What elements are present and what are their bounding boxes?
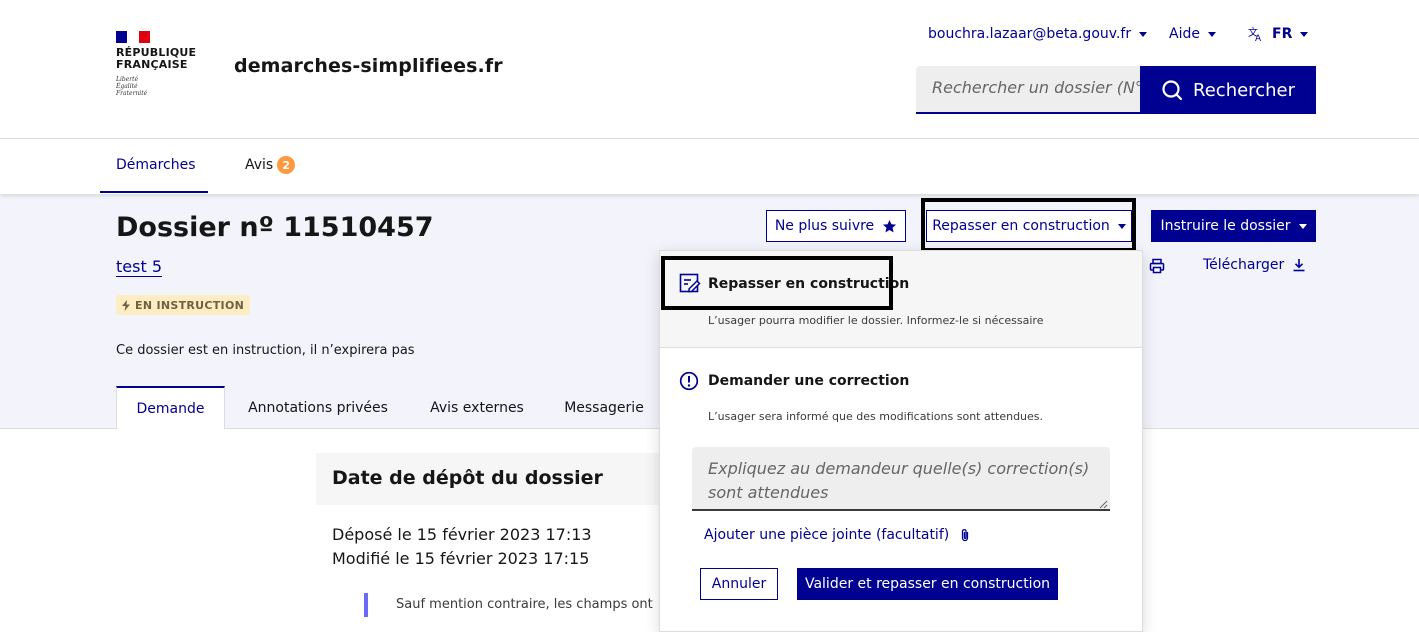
attachment-label: Ajouter une pièce jointe (facultatif) — [704, 527, 950, 543]
printer-icon — [1149, 258, 1165, 274]
callout-bar — [364, 593, 368, 617]
help-menu[interactable]: Aide — [1169, 25, 1216, 43]
callout-text: Sauf mention contraire, les champs ont — [396, 597, 653, 612]
unfollow-label: Ne plus suivre — [774, 218, 875, 234]
deposit-date: Déposé le 15 février 2023 17:13 — [332, 525, 592, 544]
instruct-button[interactable]: Instruire le dossier — [1151, 210, 1316, 242]
tab-annotations-privees[interactable]: Annotations privées — [236, 386, 400, 429]
option1-description: L’usager pourra modifier le dossier. Inf… — [708, 314, 1044, 327]
section-title: Date de dépôt du dossier — [316, 453, 716, 505]
nav-item-demarches[interactable]: Démarches — [116, 157, 196, 173]
devise-egalite: Égalité — [116, 83, 138, 90]
download-icon — [1293, 259, 1305, 272]
main-nav: Démarches Avis 2 — [0, 139, 1419, 194]
back-to-construction-dropdown: Repasser en construction L’usager pourra… — [659, 250, 1143, 632]
download-link[interactable]: Télécharger — [1203, 257, 1306, 273]
nav-active-indicator — [100, 191, 208, 193]
help-label: Aide — [1169, 26, 1200, 42]
option2-title[interactable]: Demander une correction — [708, 373, 909, 389]
nav-item-avis[interactable]: Avis 2 — [245, 156, 296, 174]
user-menu[interactable]: bouchra.lazaar@beta.gouv.fr — [928, 25, 1148, 43]
french-flag-logo — [116, 31, 150, 43]
expiration-notice: Ce dossier est en instruction, il n’expi… — [116, 343, 415, 358]
status-badge: EN INSTRUCTION — [116, 295, 251, 315]
info-icon — [679, 371, 699, 391]
devise-liberte: Liberté — [116, 76, 139, 83]
logo-line-2: FRANÇAISE — [116, 58, 188, 71]
avis-count-badge: 2 — [277, 156, 296, 174]
language-label: FR — [1272, 26, 1293, 42]
user-email: bouchra.lazaar@beta.gouv.fr — [928, 26, 1132, 42]
dates-block: Déposé le 15 février 2023 17:13 Modifié … — [332, 523, 592, 571]
paperclip-icon — [962, 529, 969, 542]
confirm-back-to-construction-button[interactable]: Valider et repasser en construction — [797, 568, 1058, 600]
page-title: Dossier nº 11510457 — [116, 212, 434, 243]
download-label: Télécharger — [1203, 257, 1285, 273]
chevron-down-icon — [1300, 31, 1309, 37]
correction-textarea[interactable]: Expliquez au demandeur quelle(s) correct… — [692, 447, 1110, 511]
search-input[interactable]: Rechercher un dossier (N° — [916, 66, 1140, 114]
highlight-box-option — [661, 256, 893, 310]
lightning-icon — [122, 299, 130, 311]
option2-description: L’usager sera informé que des modificati… — [708, 410, 1044, 423]
highlight-box-button — [921, 198, 1136, 252]
add-attachment-link[interactable]: Ajouter une pièce jointe (facultatif) — [704, 527, 971, 543]
translate-icon: 文 A — [1248, 26, 1262, 42]
cancel-button[interactable]: Annuler — [700, 568, 778, 600]
search-button[interactable]: Rechercher — [1140, 66, 1316, 114]
search-button-label: Rechercher — [1193, 79, 1295, 101]
chevron-down-icon — [1139, 31, 1148, 37]
nav-item-avis-label: Avis — [245, 157, 274, 173]
print-button[interactable] — [1149, 258, 1165, 274]
republique-francaise-logo[interactable]: RÉPUBLIQUE FRANÇAISE — [116, 47, 196, 71]
site-header: RÉPUBLIQUE FRANÇAISE Liberté Égalité Fra… — [0, 0, 1419, 139]
devise-fraternite: Fraternité — [116, 90, 148, 97]
procedure-link[interactable]: test 5 — [116, 257, 162, 276]
devise: Liberté Égalité Fraternité — [116, 76, 147, 97]
tab-demande[interactable]: Demande — [116, 386, 225, 429]
star-icon — [883, 219, 897, 232]
language-menu[interactable]: 文 A FR — [1248, 25, 1309, 43]
instruct-label: Instruire le dossier — [1160, 218, 1291, 234]
unfollow-button[interactable]: Ne plus suivre — [766, 210, 906, 242]
chevron-down-icon — [1207, 31, 1216, 37]
svg-text:A: A — [1255, 34, 1262, 42]
resize-handle-icon[interactable] — [1098, 499, 1108, 509]
tab-avis-externes[interactable]: Avis externes — [418, 386, 536, 429]
status-label: EN INSTRUCTION — [135, 298, 245, 312]
chevron-down-icon — [1298, 223, 1307, 229]
tab-messagerie[interactable]: Messagerie — [556, 386, 652, 429]
modified-date: Modifié le 15 février 2023 17:15 — [332, 549, 590, 568]
search-icon — [1162, 80, 1183, 101]
site-name[interactable]: demarches-simplifiees.fr — [234, 55, 503, 77]
